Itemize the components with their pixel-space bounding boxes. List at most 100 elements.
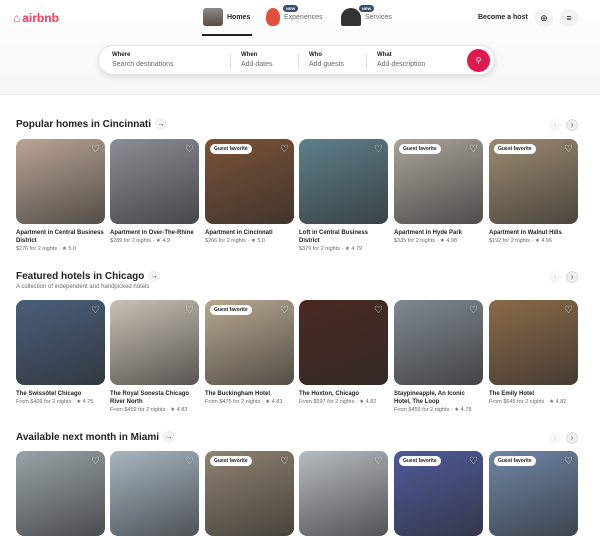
become-host-link[interactable]: Become a host [478,14,528,21]
listing-image[interactable]: ♡ [489,300,578,385]
listing-title: Apartment in Over-The-Rhine [110,230,194,236]
new-badge: NEW [359,5,375,12]
heart-icon[interactable]: ♡ [185,305,194,316]
listing-image[interactable]: Guest favorite ♡ [205,451,294,536]
heart-icon[interactable]: ♡ [564,144,573,155]
new-badge: NEW [283,5,299,12]
where-input[interactable]: Search destinations [112,61,173,68]
listing-image[interactable]: Guest favorite ♡ [394,451,483,536]
when-field[interactable]: When Add dates [241,52,273,68]
listing-image[interactable]: ♡ [394,300,483,385]
carousel-prev-button[interactable]: ‹ [549,432,561,444]
carousel-next-button[interactable]: › [566,271,578,283]
listing-card[interactable]: ♡ [299,451,388,536]
listing-card[interactable]: Guest favorite ♡ [205,451,294,536]
listing-image[interactable]: ♡ [110,139,199,224]
listing-image[interactable]: ♡ [16,300,105,385]
listing-image[interactable]: ♡ [16,451,105,536]
listing-card[interactable]: Guest favorite ♡ Apartment in Cincinnati… [205,139,294,244]
section-title[interactable]: Popular homes in Cincinnati → [16,118,168,130]
listing-image[interactable]: ♡ [299,300,388,385]
carousel-next-button[interactable]: › [566,119,578,131]
listing-image[interactable]: Guest favorite ♡ [205,139,294,224]
divider [298,54,299,69]
search-button[interactable]: ⚲ [467,49,490,72]
heart-icon[interactable]: ♡ [185,456,194,467]
carousel-next-button[interactable]: › [566,432,578,444]
listing-price: From $645 for 2 nights · ★ 4.82 [489,399,567,405]
heart-icon[interactable]: ♡ [374,456,383,467]
listing-image[interactable]: ♡ [299,139,388,224]
what-input[interactable]: Add description [377,61,425,68]
balloon-icon [266,8,280,26]
heart-icon[interactable]: ♡ [374,305,383,316]
menu-icon[interactable]: ≡ [560,9,578,27]
listing-title: Loft in Central Business District [299,230,369,244]
heart-icon[interactable]: ♡ [91,144,100,155]
listing-card[interactable]: ♡ Apartment in Central Business District… [16,139,105,252]
listing-card[interactable]: ♡ The Royal Sonesta Chicago River North F… [110,300,199,413]
listing-title: The Buckingham Hotel [205,391,271,397]
listing-title: The Hoxton, Chicago [299,391,359,397]
heart-icon[interactable]: ♡ [280,144,289,155]
active-tab-underline [202,34,252,36]
heart-icon[interactable]: ♡ [469,305,478,316]
section-title[interactable]: Available next month in Miami → [16,431,175,443]
guest-favorite-badge: Guest favorite [494,144,536,154]
listing-image[interactable]: ♡ [110,451,199,536]
tab-homes[interactable]: Homes [203,8,250,26]
heart-icon[interactable]: ♡ [469,456,478,467]
listing-card[interactable]: Guest favorite ♡ Apartment in Hyde Park $… [394,139,483,244]
listing-price: From $475 for 2 nights · ★ 4.83 [205,399,283,405]
arrow-right-icon[interactable]: → [163,431,175,443]
listing-image[interactable]: Guest favorite ♡ [489,139,578,224]
listing-card[interactable]: Guest favorite ♡ [394,451,483,536]
listing-card[interactable]: ♡ The Swissôtel Chicago From $409 for 2 n… [16,300,105,405]
listing-card[interactable]: ♡ [110,451,199,536]
listing-image[interactable]: ♡ [299,451,388,536]
what-label: What [377,52,392,58]
heart-icon[interactable]: ♡ [564,305,573,316]
airbnb-logo[interactable]: ⌂ airbnb [13,11,59,25]
listing-card[interactable]: ♡ Staypineapple, An Iconic Hotel, The Lo… [394,300,483,413]
heart-icon[interactable]: ♡ [185,144,194,155]
arrow-right-icon[interactable]: → [155,118,168,130]
when-input[interactable]: Add dates [241,61,273,68]
listing-image[interactable]: ♡ [110,300,199,385]
heart-icon[interactable]: ♡ [564,456,573,467]
section-title-text: Available next month in Miami [16,431,159,443]
arrow-right-icon[interactable]: → [148,270,161,282]
carousel-prev-button[interactable]: ‹ [549,119,561,131]
listing-card[interactable]: ♡ Apartment in Over-The-Rhine $289 for 2 … [110,139,199,244]
section-subtitle: A collection of independent and handpick… [16,284,150,290]
listing-image[interactable]: Guest favorite ♡ [489,451,578,536]
listing-price: $289 for 2 nights · ★ 4.9 [110,238,170,244]
listing-card[interactable]: ♡ The Emily Hotel From $645 for 2 nights … [489,300,578,405]
heart-icon[interactable]: ♡ [469,144,478,155]
globe-icon[interactable]: ⊕ [535,9,553,27]
heart-icon[interactable]: ♡ [280,305,289,316]
section-title[interactable]: Featured hotels in Chicago → [16,270,161,282]
who-input[interactable]: Add guests [309,61,344,68]
heart-icon[interactable]: ♡ [374,144,383,155]
who-field[interactable]: Who Add guests [309,52,344,68]
listing-title: Apartment in Walnut Hills [489,230,562,236]
listing-card[interactable]: ♡ [16,451,105,536]
guest-favorite-badge: Guest favorite [210,144,252,154]
listing-image[interactable]: Guest favorite ♡ [205,300,294,385]
where-field[interactable]: Where Search destinations [112,52,173,68]
listing-card[interactable]: Guest favorite ♡ [489,451,578,536]
guest-favorite-badge: Guest favorite [399,144,441,154]
listing-image[interactable]: Guest favorite ♡ [394,139,483,224]
what-field[interactable]: What Add description [377,52,425,68]
carousel-prev-button[interactable]: ‹ [549,271,561,283]
listing-card[interactable]: Guest favorite ♡ Apartment in Walnut Hil… [489,139,578,244]
listing-card[interactable]: Guest favorite ♡ The Buckingham Hotel Fro… [205,300,294,405]
search-bar: Where Search destinations When Add dates W… [98,45,495,75]
listing-card[interactable]: ♡ Loft in Central Business District $379 … [299,139,388,252]
heart-icon[interactable]: ♡ [280,456,289,467]
heart-icon[interactable]: ♡ [91,305,100,316]
heart-icon[interactable]: ♡ [91,456,100,467]
listing-image[interactable]: ♡ [16,139,105,224]
listing-card[interactable]: ♡ The Hoxton, Chicago From $597 for 2 nig… [299,300,388,405]
